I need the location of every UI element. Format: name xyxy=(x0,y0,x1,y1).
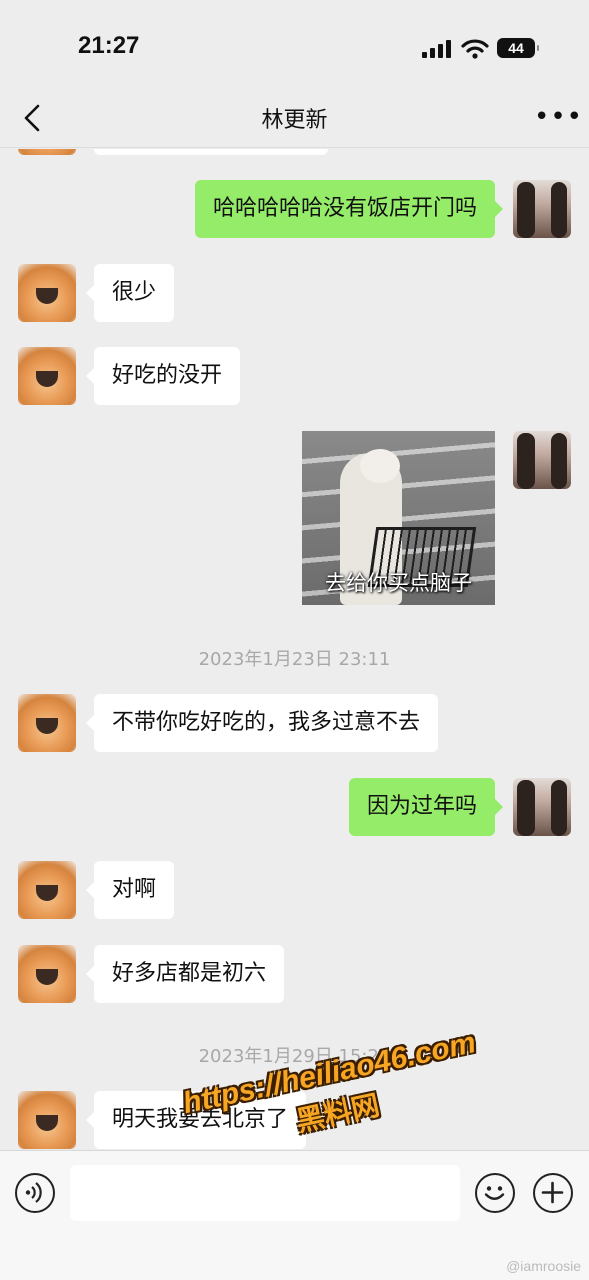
self-avatar[interactable] xyxy=(513,778,571,836)
message-bubble-received[interactable]: 好多店都是初六 xyxy=(85,945,285,1003)
add-more-icon[interactable] xyxy=(533,1173,573,1213)
message-bubble-received[interactable]: 对啊 xyxy=(85,861,175,919)
wifi-icon xyxy=(461,39,489,59)
message-bubble-received[interactable]: 很少 xyxy=(85,264,175,322)
cellular-signal-icon xyxy=(422,40,452,58)
weibo-watermark: @iamroosie xyxy=(506,1258,581,1274)
message-bubble-sent[interactable]: 哈哈哈哈哈没有饭店开门吗 xyxy=(194,180,504,238)
voice-waves-icon xyxy=(25,1182,42,1203)
contact-avatar[interactable] xyxy=(18,861,76,919)
input-toolbar xyxy=(0,1150,589,1280)
status-bar: 21:27 44 xyxy=(0,0,589,92)
self-avatar[interactable] xyxy=(513,180,571,238)
sticker-image[interactable]: 去给你买点脑子 xyxy=(302,431,495,605)
timestamp: 2023年1月23日 23:11 xyxy=(198,649,391,670)
contact-avatar[interactable] xyxy=(18,1091,76,1149)
contact-avatar[interactable] xyxy=(18,149,76,155)
contact-avatar[interactable] xyxy=(18,694,76,752)
emoji-icon[interactable] xyxy=(475,1173,515,1213)
message-bubble-received[interactable]: 不带你吃好吃的，我多过意不去 xyxy=(85,694,439,752)
contact-avatar[interactable] xyxy=(18,347,76,405)
voice-input-icon[interactable] xyxy=(15,1173,55,1213)
message-bubble-received[interactable]: 好吃的没开 xyxy=(85,347,241,405)
chat-title: 林更新 xyxy=(261,108,328,133)
status-time: 21:27 xyxy=(78,32,140,59)
chat-header: 林更新 ••• xyxy=(0,92,589,148)
more-options-icon[interactable]: ••• xyxy=(534,102,583,132)
contact-avatar[interactable] xyxy=(18,264,76,322)
message-bubble-partial[interactable] xyxy=(94,149,328,155)
message-list[interactable]: 哈哈哈哈哈没有饭店开门吗 很少 好吃的没开 去给你买点脑子 2023年1月23日… xyxy=(0,149,589,1150)
contact-avatar[interactable] xyxy=(18,945,76,1003)
cat-head xyxy=(360,449,400,483)
self-avatar[interactable] xyxy=(513,431,571,489)
sticker-caption: 去给你买点脑子 xyxy=(325,571,472,595)
message-bubble-sent[interactable]: 因为过年吗 xyxy=(348,778,504,836)
battery-icon: 44 xyxy=(497,38,539,58)
message-input[interactable] xyxy=(70,1165,460,1221)
